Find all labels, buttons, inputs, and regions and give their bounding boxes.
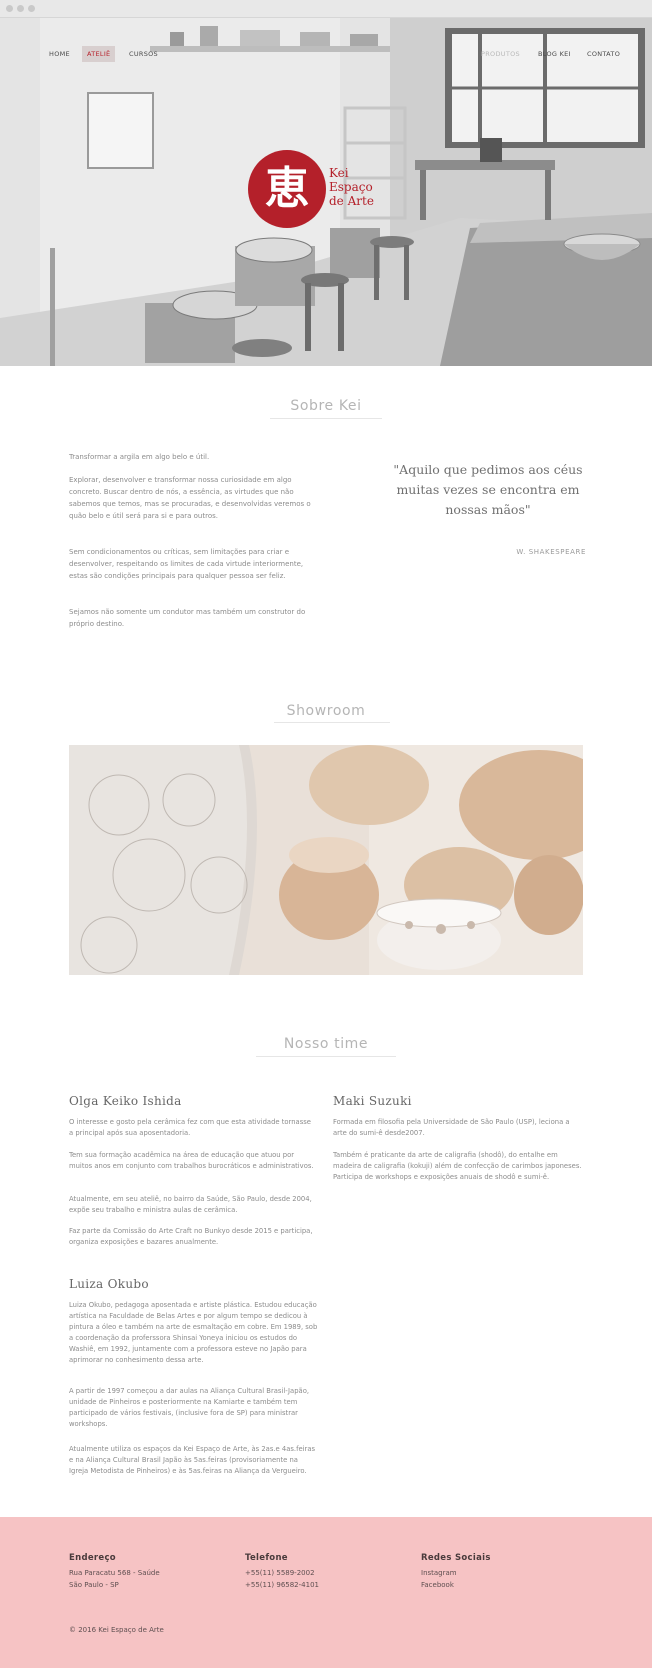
about-paragraph-3: Sem condicionamentos ou críticas, sem li… [69, 548, 304, 580]
about-section-title: Sobre Kei [290, 398, 362, 414]
team-member-name-luiza: Luiza Okubo [69, 1277, 149, 1291]
logo-line-1: Kei [329, 166, 349, 180]
nav-cursos[interactable]: CURSOS [124, 46, 163, 62]
about-paragraph-2: Explorar, desenvolver e transformar noss… [69, 476, 311, 520]
nav-produtos[interactable]: PRODUTOS [476, 46, 525, 62]
luiza-paragraph-2: A partir de 1997 começou a dar aulas na … [69, 1387, 310, 1428]
logo-text: Kei Espaço de Arte [329, 166, 374, 208]
shakespeare-quote: "Aquilo que pedimos aos céus muitas veze… [393, 462, 583, 517]
footer-phone-1[interactable]: +55(11) 5589-2002 [245, 1569, 315, 1577]
footer-address-line-2: São Paulo - SP [69, 1581, 119, 1589]
nav-blog-kei[interactable]: BLOG KEI [533, 46, 576, 62]
footer-phone-title: Telefone [245, 1553, 288, 1563]
footer-address-line-1: Rua Paracatu 568 - Saúde [69, 1569, 160, 1577]
footer-instagram-link[interactable]: Instagram [421, 1569, 457, 1577]
quote-author: W. SHAKESPEARE [516, 548, 586, 556]
nav-home[interactable]: HOME [44, 46, 75, 62]
olga-paragraph-1: O interesse e gosto pela cerâmica fez co… [69, 1118, 311, 1137]
olga-paragraph-4: Faz parte da Comissão do Arte Craft no B… [69, 1227, 313, 1246]
window-close-dot[interactable] [6, 5, 13, 12]
team-member-name-olga: Olga Keiko Ishida [69, 1094, 182, 1108]
about-paragraph-1: Transformar a argila em algo belo e útil… [69, 453, 210, 461]
window-maximize-dot[interactable] [28, 5, 35, 12]
site-footer: Endereço Rua Paracatu 568 - Saúde São Pa… [0, 1517, 652, 1668]
logo-line-3: de Arte [329, 194, 374, 208]
luiza-paragraph-3: Atualmente utiliza os espaços da Kei Esp… [69, 1445, 316, 1475]
maki-paragraph-1: Formada em filosofia pela Universidade d… [333, 1118, 570, 1137]
nav-contato[interactable]: CONTATO [582, 46, 625, 62]
footer-social-title: Redes Sociais [421, 1553, 491, 1563]
hero-studio-photo [0, 18, 652, 366]
footer-copyright: © 2016 Kei Espaço de Arte [69, 1626, 164, 1634]
footer-address-title: Endereço [69, 1553, 116, 1563]
team-member-name-maki: Maki Suzuki [333, 1094, 412, 1108]
olga-paragraph-3: Atualmente, em seu ateliê, no bairro da … [69, 1195, 312, 1214]
about-title-rule [270, 418, 382, 419]
team-title-rule [256, 1056, 396, 1057]
footer-facebook-link[interactable]: Facebook [421, 1581, 454, 1589]
team-section-title: Nosso time [283, 1036, 369, 1052]
nav-atelie[interactable]: ATELIÊ [82, 46, 116, 62]
hero-banner: HOME ATELIÊ CURSOS PRODUTOS BLOG KEI CON… [0, 18, 652, 366]
showroom-title-rule [274, 722, 390, 723]
maki-paragraph-2: Também é praticante da arte de caligrafi… [333, 1151, 582, 1181]
logo-kanji-icon: 恵 [265, 163, 309, 214]
window-minimize-dot[interactable] [17, 5, 24, 12]
footer-phone-2[interactable]: +55(11) 96582-4101 [245, 1581, 319, 1589]
showroom-photo [69, 745, 583, 975]
browser-chrome [0, 0, 652, 18]
logo-line-2: Espaço [329, 180, 373, 194]
olga-paragraph-2: Tem sua formação acadêmica na área de ed… [69, 1151, 314, 1170]
luiza-paragraph-1: Luiza Okubo, pedagoga aposentada e artis… [69, 1301, 318, 1364]
about-paragraph-4: Sejamos não somente um condutor mas tamb… [69, 608, 306, 628]
showroom-section-title: Showroom [286, 703, 366, 719]
